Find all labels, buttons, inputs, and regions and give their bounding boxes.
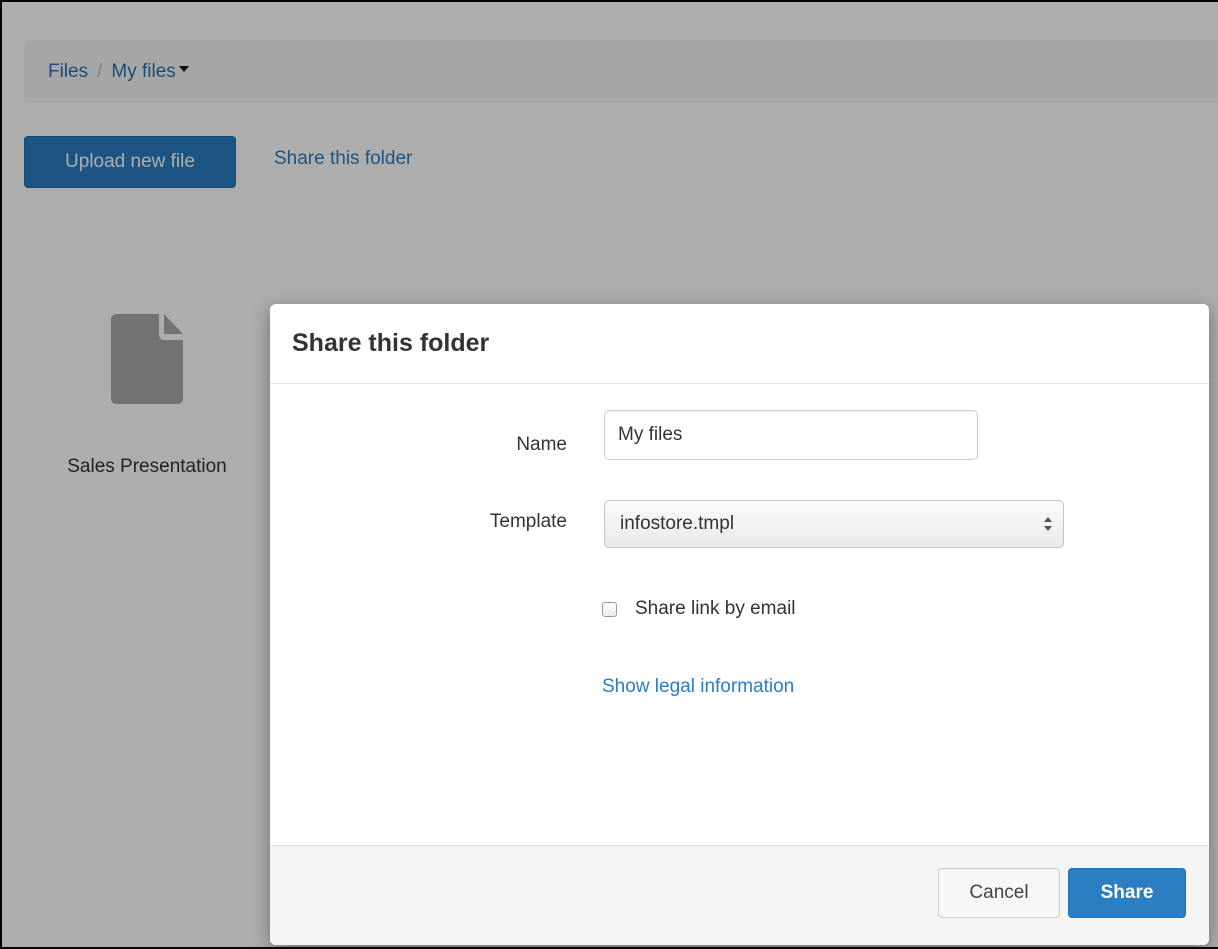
template-select[interactable]: infostore.tmpl [604, 500, 1064, 548]
dialog-body: Name Template infostore.tmpl Share link … [270, 384, 1209, 846]
name-input[interactable] [604, 410, 978, 460]
share-link-by-email-label: Share link by email [635, 598, 796, 619]
dialog-footer: Cancel Share [270, 845, 1209, 945]
template-selected-value: infostore.tmpl [620, 513, 735, 534]
share-button[interactable]: Share [1068, 868, 1186, 918]
template-label: Template [489, 511, 567, 532]
cancel-button[interactable]: Cancel [938, 868, 1060, 918]
share-link-by-email-checkbox[interactable] [602, 601, 617, 617]
share-link-by-email-option[interactable]: Share link by email [602, 598, 796, 620]
dialog-header: Share this folder [270, 304, 1209, 384]
show-legal-information-link[interactable]: Show legal information [602, 676, 794, 698]
app-window: Files / My files Upload new file Share t… [0, 0, 1218, 949]
share-folder-dialog: Share this folder Name Template infostor… [270, 304, 1209, 945]
name-label: Name [516, 434, 567, 455]
select-arrows-icon [1044, 517, 1052, 531]
dialog-title: Share this folder [292, 329, 490, 357]
